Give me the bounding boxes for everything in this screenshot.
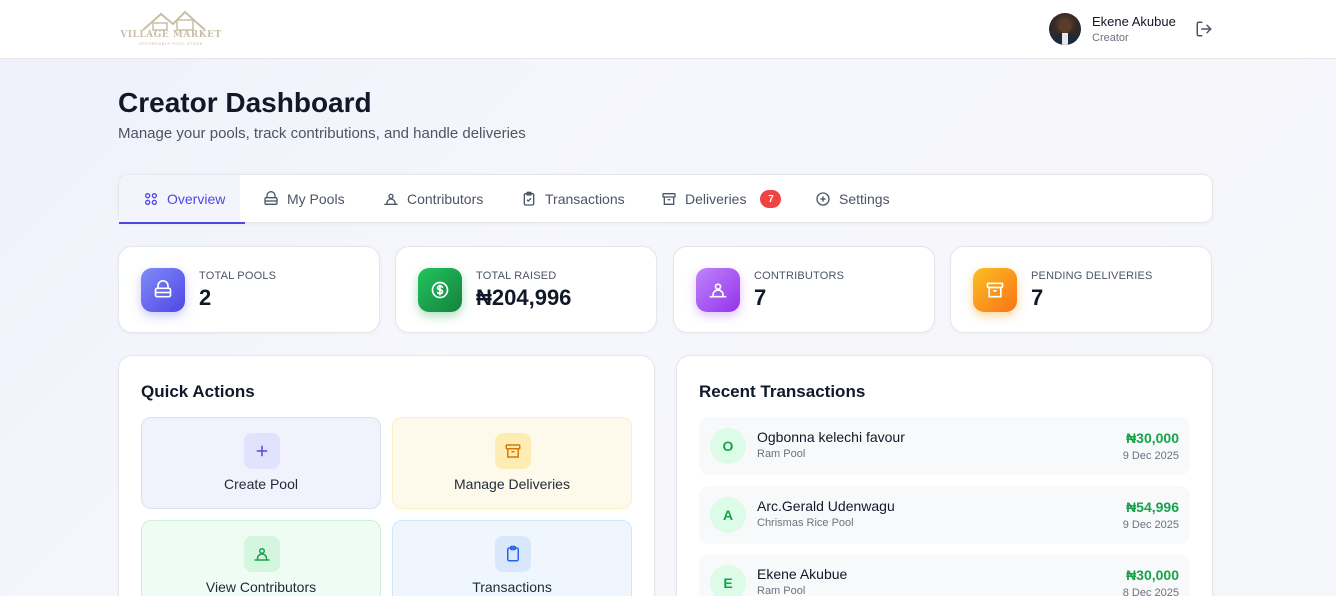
users-icon (244, 536, 280, 572)
transaction-date: 8 Dec 2025 (1122, 587, 1179, 596)
stat-contributors: CONTRIBUTORS 7 (673, 246, 935, 333)
contributor-name: Arc.Gerald Udenwagu (757, 498, 895, 514)
stat-label: TOTAL POOLS (199, 270, 277, 282)
quick-action-label: Manage Deliveries (454, 476, 570, 492)
pool-icon (141, 268, 185, 312)
stat-value: 2 (199, 285, 212, 310)
stat-label: PENDING DELIVERIES (1031, 270, 1153, 282)
tab-contributors[interactable]: Contributors (383, 175, 483, 223)
tab-label: Overview (167, 191, 226, 207)
village-market-logo[interactable]: VILLAGE MARKET AFFORDABLE POOL STORE (117, 10, 225, 48)
pool-icon (264, 191, 278, 205)
quick-actions-panel: Quick Actions Create Pool Manage Deliver… (118, 355, 655, 596)
stat-value: 7 (754, 285, 767, 310)
quick-action-label: Create Pool (224, 476, 298, 492)
manage-deliveries-button[interactable]: Manage Deliveries (392, 417, 632, 509)
user-role: Creator (1092, 32, 1129, 44)
deliveries-badge: 7 (760, 190, 782, 208)
tab-label: Settings (839, 191, 890, 207)
tab-overview[interactable]: Overview (118, 175, 246, 224)
stat-pending-deliveries: PENDING DELIVERIES 7 (950, 246, 1212, 333)
pool-name: Chrismas Rice Pool (757, 517, 854, 529)
panel-title: Quick Actions (141, 382, 255, 401)
transaction-row[interactable]: O Ogbonna kelechi favour Ram Pool ₦30,00… (699, 417, 1190, 475)
contributor-name: Ogbonna kelechi favour (757, 429, 905, 445)
view-contributors-button[interactable]: View Contributors (141, 520, 381, 596)
transaction-amount: ₦30,000 (1126, 430, 1179, 446)
recent-transactions-panel: Recent Transactions O Ogbonna kelechi fa… (676, 355, 1213, 596)
transaction-date: 9 Dec 2025 (1122, 519, 1179, 531)
pool-name: Ram Pool (757, 585, 806, 596)
dashboard-tabs: Overview My Pools Contributors Transacti… (118, 174, 1213, 224)
contributor-name: Ekene Akubue (757, 566, 848, 582)
transaction-amount: ₦30,000 (1126, 567, 1179, 583)
quick-action-label: Transactions (472, 579, 552, 595)
archive-icon (973, 268, 1017, 312)
tab-deliveries[interactable]: Deliveries 7 (661, 175, 782, 223)
stat-value: ₦204,996 (476, 285, 572, 310)
transaction-row[interactable]: A Arc.Gerald Udenwagu Chrismas Rice Pool… (699, 486, 1190, 544)
tab-label: Deliveries (685, 191, 747, 207)
quick-action-label: View Contributors (205, 579, 317, 595)
pool-name: Ram Pool (757, 448, 806, 460)
clipboard-icon (523, 191, 535, 206)
tab-my-pools[interactable]: My Pools (263, 175, 345, 223)
transaction-row[interactable]: E Ekene Akubue Ram Pool ₦30,000 8 Dec 20… (699, 554, 1190, 596)
clipboard-icon (495, 536, 531, 572)
tab-label: Contributors (407, 191, 484, 207)
tab-transactions[interactable]: Transactions (521, 175, 625, 223)
logout-icon[interactable] (1195, 20, 1213, 38)
tab-settings[interactable]: Settings (815, 175, 890, 223)
page-title: Creator Dashboard (118, 87, 372, 118)
plus-circle-icon (816, 192, 830, 206)
archive-icon (662, 193, 676, 205)
stat-total-pools: TOTAL POOLS 2 (118, 246, 380, 333)
contributor-initial: A (710, 497, 746, 533)
stat-value: 7 (1031, 285, 1044, 310)
create-pool-button[interactable]: Create Pool (141, 417, 381, 509)
users-icon (696, 268, 740, 312)
grid-icon (145, 193, 157, 205)
avatar[interactable] (1049, 13, 1081, 45)
transactions-button[interactable]: Transactions (392, 520, 632, 596)
logo-subtext: AFFORDABLE POOL STORE (138, 41, 204, 46)
dollar-icon (418, 268, 462, 312)
tab-label: Transactions (545, 191, 625, 207)
top-bar: VILLAGE MARKET AFFORDABLE POOL STORE Eke… (0, 0, 1336, 59)
transaction-date: 9 Dec 2025 (1122, 450, 1179, 462)
stat-label: CONTRIBUTORS (754, 270, 845, 282)
archive-icon (495, 433, 531, 469)
user-name: Ekene Akubue (1092, 14, 1176, 29)
stat-total-raised: TOTAL RAISED ₦204,996 (395, 246, 657, 333)
page-subtitle: Manage your pools, track contributions, … (118, 125, 526, 142)
stat-label: TOTAL RAISED (476, 270, 557, 282)
tab-label: My Pools (287, 191, 345, 207)
users-icon (384, 193, 398, 205)
contributor-initial: O (710, 428, 746, 464)
logo-text: VILLAGE MARKET (120, 30, 222, 40)
transaction-amount: ₦54,996 (1126, 499, 1179, 515)
contributor-initial: E (710, 565, 746, 596)
plus-icon (244, 433, 280, 469)
panel-title: Recent Transactions (699, 382, 866, 401)
